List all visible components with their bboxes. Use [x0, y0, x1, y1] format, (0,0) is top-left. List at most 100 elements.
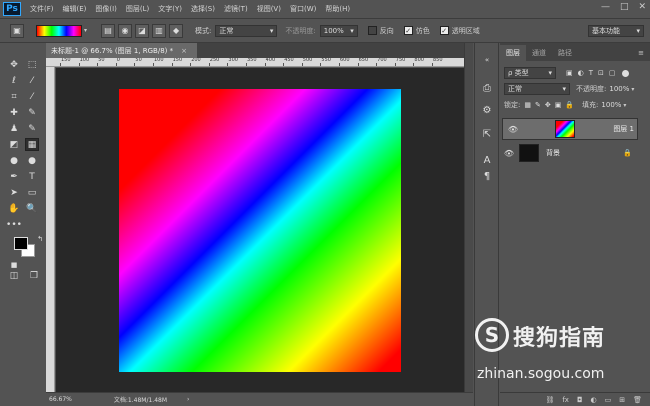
panel-menu-icon[interactable]: ≡ [638, 49, 644, 57]
adjustment-icon[interactable]: ◐ [591, 396, 597, 404]
chevron-right-icon[interactable]: › [187, 396, 189, 403]
workspace-select[interactable]: 基本功能 ▾ [588, 24, 644, 37]
menu-edit[interactable]: 编辑(E) [63, 4, 87, 14]
minimize-icon[interactable]: — [601, 2, 610, 12]
stamp-tool-icon[interactable]: ♟ [7, 122, 21, 135]
close-tab-icon[interactable]: × [181, 47, 187, 55]
eye-icon[interactable]: 👁 [502, 149, 516, 158]
menu-filter[interactable]: 滤镜(T) [224, 4, 248, 14]
new-layer-icon[interactable]: ⊞ [619, 396, 625, 404]
brush-tool-icon[interactable]: ✎ [25, 106, 39, 119]
ruler-tick [432, 63, 433, 66]
trash-icon[interactable]: 🗑 [633, 396, 642, 404]
zoom-level[interactable]: 66.67% [49, 396, 72, 403]
reflected-gradient-icon[interactable]: ▥ [152, 23, 167, 38]
crop-tool-icon[interactable]: ⌗ [7, 90, 21, 103]
swap-colors-icon[interactable]: ↰ [33, 232, 47, 245]
eraser-tool-icon[interactable]: ◩ [7, 138, 21, 151]
ruler-tick [320, 63, 322, 66]
properties-panel-icon[interactable]: ⚙ [479, 103, 495, 117]
screen-mode-icon[interactable]: ❐ [27, 269, 41, 282]
chevron-down-icon[interactable]: ▾ [623, 102, 626, 109]
layer-thumbnail [554, 120, 575, 138]
history-panel-icon[interactable]: ⎙ [479, 81, 495, 95]
eyedropper-tool-icon[interactable]: ⁄ [25, 90, 39, 103]
layer-opacity-label: 不透明度: [576, 85, 607, 93]
foreground-color-swatch[interactable] [14, 237, 28, 250]
tab-layers[interactable]: 图层 [500, 45, 526, 61]
menu-view[interactable]: 视图(V) [257, 4, 281, 14]
ruler-tick-label: 850 [433, 58, 443, 63]
dodge-tool-icon[interactable]: ● [25, 154, 39, 167]
collapsed-panels: « ⎙ ⚙ ⇱ A ¶ [474, 43, 499, 406]
blur-tool-icon[interactable]: ● [7, 154, 21, 167]
mode-select[interactable]: 正常 ▾ [215, 24, 278, 37]
menu-type[interactable]: 文字(Y) [158, 4, 182, 14]
quick-mask-icon[interactable]: ◫ [7, 269, 21, 282]
fill-value[interactable]: 100% [601, 101, 621, 109]
transparency-checkbox[interactable]: ✓ [439, 26, 449, 35]
marquee-tool-icon[interactable]: ⬚ [25, 58, 39, 71]
quick-select-tool-icon[interactable]: ⁄ [25, 74, 39, 87]
gradient-canvas[interactable] [119, 89, 401, 372]
tab-paths[interactable]: 路径 [552, 45, 578, 61]
move-tool-icon[interactable]: ✥ [7, 58, 21, 71]
blend-mode-select[interactable]: 正常 ▾ [504, 83, 570, 95]
healing-tool-icon[interactable]: ✚ [7, 106, 21, 119]
menu-image[interactable]: 图像(I) [95, 4, 117, 14]
collapse-arrows-icon[interactable]: « [479, 53, 495, 67]
layer-opacity-value[interactable]: 100% [609, 85, 629, 93]
ruler-tick [283, 63, 285, 66]
hand-tool-icon[interactable]: ✋ [7, 202, 21, 215]
type-tool-icon[interactable]: T [25, 170, 39, 183]
menu-layer[interactable]: 图层(L) [126, 4, 149, 14]
gradient-tool-icon[interactable]: ▦ [25, 138, 39, 151]
mask-icon[interactable]: ◘ [577, 396, 583, 404]
filter-icons[interactable]: ▣◐T⊡▢ [566, 69, 620, 77]
filter-toggle-icon[interactable] [622, 69, 630, 77]
fx-icon[interactable]: fx [562, 396, 569, 404]
lock-icons[interactable]: ▦✎✥▣🔒 [524, 101, 578, 109]
layer-row-background[interactable]: 👁 背景 🔒 [502, 142, 638, 164]
rectangle-tool-icon[interactable]: ▭ [25, 186, 39, 199]
angle-gradient-icon[interactable]: ◪ [135, 23, 150, 38]
link-icon[interactable]: ⛓ [545, 396, 554, 404]
ruler-tick-label: 100 [79, 58, 90, 63]
dither-checkbox[interactable]: ✓ [403, 26, 413, 35]
eye-icon[interactable]: 👁 [506, 125, 520, 134]
diamond-gradient-icon[interactable]: ◆ [169, 23, 184, 38]
maximize-icon[interactable]: □ [620, 2, 629, 12]
ruler-tick-label: 550 [321, 58, 331, 63]
tool-preset-icon[interactable]: ▣ [10, 23, 24, 38]
layer-filter-select[interactable]: ρ 类型 ▾ [504, 67, 556, 79]
chevron-down-icon[interactable]: ▾ [84, 27, 87, 34]
chevron-down-icon[interactable]: ▾ [631, 86, 634, 93]
paragraph-panel-icon[interactable]: ¶ [479, 169, 495, 183]
panel-tabs: 图层 通道 路径 ≡ [500, 43, 650, 61]
close-icon[interactable]: ✕ [638, 2, 646, 12]
vertical-scrollbar[interactable] [464, 43, 473, 392]
menu-window[interactable]: 窗口(W) [290, 4, 316, 14]
radial-gradient-icon[interactable]: ◉ [118, 23, 133, 38]
pen-tool-icon[interactable]: ✒ [7, 170, 21, 183]
transform-panel-icon[interactable]: ⇱ [479, 127, 495, 141]
fill-label: 填充: [582, 101, 599, 109]
path-select-tool-icon[interactable]: ➤ [7, 186, 21, 199]
character-panel-icon[interactable]: A [479, 153, 495, 167]
layer-row-layer1[interactable]: 👁 图层 1 [502, 118, 638, 140]
ruler-tick [190, 63, 192, 66]
document-tab[interactable]: 未标题-1 @ 66.7% (图层 1, RGB/8) * × [46, 43, 197, 58]
menu-select[interactable]: 选择(S) [191, 4, 215, 14]
linear-gradient-icon[interactable]: ▤ [101, 23, 116, 38]
reverse-checkbox[interactable] [367, 26, 377, 35]
tab-channels[interactable]: 通道 [526, 45, 552, 61]
zoom-tool-icon[interactable]: 🔍 [25, 202, 39, 215]
menu-help[interactable]: 帮助(H) [325, 4, 350, 14]
folder-icon[interactable]: ▭ [605, 396, 612, 404]
opacity-field[interactable]: 100% ▾ [319, 24, 358, 37]
menu-file[interactable]: 文件(F) [30, 4, 54, 14]
more-tools-icon[interactable]: ••• [6, 218, 22, 231]
history-brush-tool-icon[interactable]: ✎ [25, 122, 39, 135]
lasso-tool-icon[interactable]: ℓ [7, 74, 21, 87]
gradient-swatch[interactable] [36, 24, 82, 37]
